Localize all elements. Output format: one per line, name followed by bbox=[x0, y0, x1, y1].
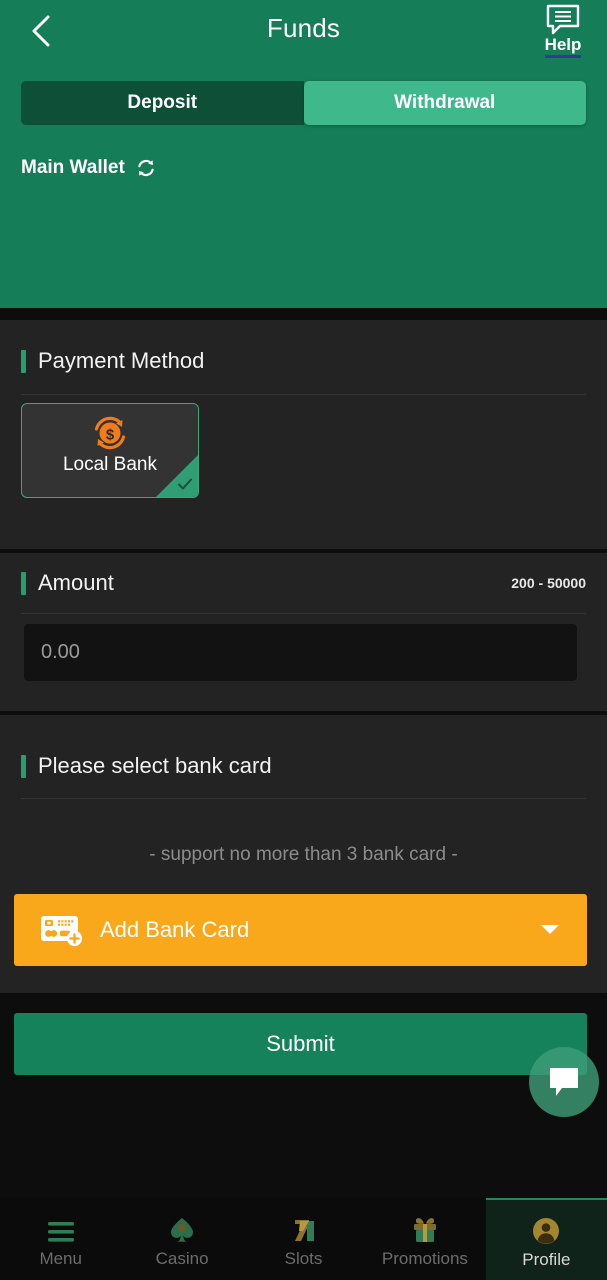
nav-label-slots: Slots bbox=[284, 1249, 323, 1268]
add-bank-card-button[interactable]: Add Bank Card bbox=[14, 894, 587, 966]
help-button[interactable]: Help bbox=[531, 2, 595, 58]
nav-label-profile: Profile bbox=[522, 1250, 571, 1269]
navigation-bar: Funds Help bbox=[0, 0, 607, 62]
section-accent-bar bbox=[21, 754, 26, 778]
gift-icon bbox=[410, 1213, 440, 1245]
tab-deposit[interactable]: Deposit bbox=[21, 81, 304, 125]
payment-method-divider bbox=[21, 394, 586, 395]
amount-input[interactable] bbox=[24, 624, 577, 681]
bank-card-note: - support no more than 3 bank card - bbox=[149, 844, 458, 865]
bank-card-panel: Please select bank card - support no mor… bbox=[0, 715, 607, 993]
avatar-icon bbox=[531, 1214, 561, 1246]
nav-label-casino: Casino bbox=[155, 1249, 209, 1268]
amount-panel: Amount 200 - 50000 bbox=[0, 553, 607, 711]
payment-method-header: Payment Method bbox=[21, 348, 586, 374]
payment-method-panel: Payment Method $ Local Bank bbox=[0, 320, 607, 549]
bank-card-divider bbox=[21, 798, 586, 799]
page-header: Funds Help Deposit Withdrawal Main Walle… bbox=[0, 0, 607, 308]
svg-text:$: $ bbox=[106, 427, 115, 444]
nav-item-profile[interactable]: Profile bbox=[485, 1198, 607, 1280]
wallet-label: Main Wallet bbox=[21, 157, 125, 178]
section-accent-bar bbox=[21, 571, 26, 595]
money-exchange-icon: $ bbox=[22, 413, 198, 453]
submit-button[interactable]: Submit bbox=[14, 1013, 587, 1075]
help-label: Help bbox=[544, 35, 582, 58]
section-accent-bar bbox=[21, 349, 26, 373]
add-card-icon bbox=[38, 910, 86, 950]
nav-label-menu: Menu bbox=[39, 1249, 82, 1268]
refresh-icon[interactable] bbox=[136, 158, 156, 178]
bottom-navigation: Menu Casino Slots Promotions Profile bbox=[0, 1198, 607, 1280]
nav-item-slots[interactable]: Slots bbox=[243, 1198, 364, 1280]
bank-card-header: Please select bank card bbox=[21, 753, 586, 779]
check-icon bbox=[176, 475, 194, 493]
funds-tabs: Deposit Withdrawal bbox=[21, 81, 586, 125]
nav-label-promotions: Promotions bbox=[381, 1249, 468, 1268]
app-root: Funds Help Deposit Withdrawal Main Walle… bbox=[0, 0, 607, 1280]
nav-item-casino[interactable]: Casino bbox=[121, 1198, 242, 1280]
nav-item-menu[interactable]: Menu bbox=[0, 1198, 121, 1280]
slot-seven-icon bbox=[289, 1213, 319, 1245]
payment-method-title: Payment Method bbox=[38, 348, 205, 373]
amount-title: Amount bbox=[38, 570, 114, 595]
bank-card-title: Please select bank card bbox=[38, 753, 272, 778]
chat-bubble-icon bbox=[550, 1068, 578, 1096]
chevron-down-icon[interactable] bbox=[540, 923, 560, 938]
spade-icon bbox=[167, 1213, 197, 1245]
hamburger-icon bbox=[44, 1213, 78, 1245]
page-title: Funds bbox=[266, 13, 341, 43]
nav-item-promotions[interactable]: Promotions bbox=[364, 1198, 485, 1280]
amount-range-hint: 200 - 50000 bbox=[511, 575, 586, 591]
amount-header: Amount 200 - 50000 bbox=[21, 570, 586, 596]
tab-withdrawal[interactable]: Withdrawal bbox=[303, 81, 586, 125]
add-bank-card-label: Add Bank Card bbox=[100, 917, 250, 942]
payment-option-local-bank[interactable]: $ Local Bank bbox=[21, 403, 199, 498]
live-chat-button[interactable] bbox=[529, 1047, 599, 1117]
speech-bubble-icon bbox=[546, 4, 580, 35]
main-wallet-row[interactable]: Main Wallet bbox=[21, 157, 156, 179]
amount-divider bbox=[21, 613, 586, 614]
